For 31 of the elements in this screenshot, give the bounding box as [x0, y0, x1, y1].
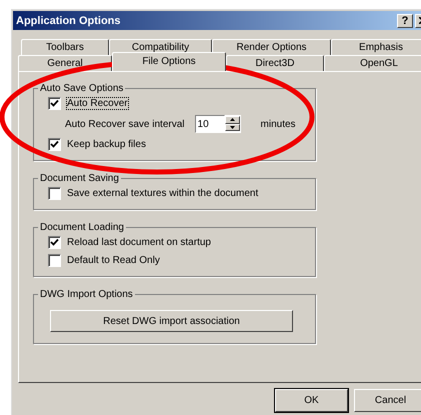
tab[interactable]: Emphasis	[331, 39, 421, 55]
up-arrow-icon	[230, 118, 235, 122]
checkbox-label: Default to Read Only	[67, 255, 160, 266]
help-button[interactable]: ?	[397, 14, 413, 28]
checkbox-label: Keep backup files	[67, 139, 146, 150]
group-title: DWG Import Options	[39, 289, 134, 300]
reset-button[interactable]: Reset DWG import association	[50, 310, 293, 332]
checkbox[interactable]	[48, 254, 61, 267]
tab[interactable]: Render Options	[212, 39, 331, 55]
field-label: Auto Recover save interval	[65, 118, 185, 130]
checkbox-label: Auto Recover	[67, 98, 128, 109]
tab[interactable]: Toolbars	[21, 39, 109, 55]
spin-buttons[interactable]	[224, 115, 241, 133]
checkbox[interactable]	[48, 138, 61, 151]
checkbox-label: Reload last document on startup	[67, 237, 211, 248]
spin-field[interactable]: 10	[194, 115, 225, 133]
checkbox[interactable]	[48, 187, 61, 200]
down-arrow-icon	[230, 126, 235, 129]
checkbox-label: Save external textures within the document	[67, 188, 258, 199]
window-title: Application Options	[16, 14, 122, 26]
unit-label: minutes	[260, 118, 296, 130]
checkbox[interactable]	[48, 236, 61, 249]
tab[interactable]: File Options	[112, 52, 226, 71]
group-title: Document Saving	[39, 173, 120, 184]
dialog-button[interactable]: Cancel	[354, 389, 421, 412]
tab[interactable]: OpenGL	[324, 55, 421, 71]
checkbox[interactable]	[48, 97, 61, 110]
tab[interactable]: Direct3D	[226, 55, 324, 71]
group-title: Document Loading	[39, 222, 125, 233]
group-title: Auto Save Options	[39, 83, 124, 94]
dialog-button[interactable]: OK	[275, 389, 348, 412]
